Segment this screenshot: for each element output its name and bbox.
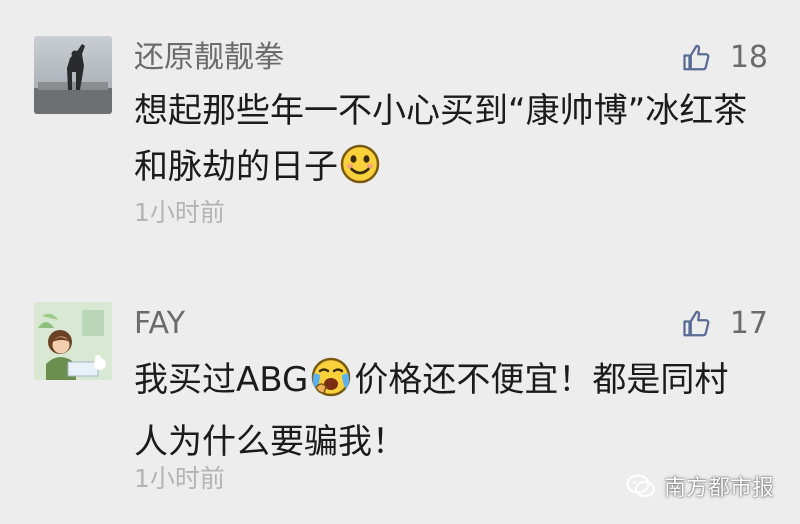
comment-line: 想起那些年一不小心买到“康帅博”冰红茶 — [134, 91, 748, 131]
wechat-icon — [626, 474, 655, 497]
like-count: 17 — [729, 306, 768, 341]
comment-line: 人为什么要骗我！ — [134, 422, 406, 462]
comment-nickname[interactable]: FAY — [134, 306, 185, 342]
like-button[interactable]: 18 — [682, 40, 768, 76]
comment-line-text: 我买过ABG — [134, 360, 309, 400]
smile-emoji-icon — [340, 144, 380, 201]
crying-emoji-icon — [310, 357, 352, 414]
comment-content: 想起那些年一不小心买到“康帅博”冰红茶 和脉劫的日子 — [134, 83, 774, 201]
watermark: 南方都市报 — [626, 470, 774, 502]
comment-content: 我买过ABG 价格还不便宜！都是同村 人为什么要骗我！ — [134, 352, 774, 470]
comment-line-text: 和脉劫的日子 — [134, 147, 338, 187]
comment-time: 1小时前 — [134, 464, 225, 493]
statue-avatar-image — [34, 36, 112, 114]
avatar[interactable] — [34, 302, 112, 380]
girl-illustration-avatar-image — [34, 302, 112, 380]
like-button[interactable]: 17 — [682, 306, 768, 342]
watermark-text: 南方都市报 — [663, 476, 774, 501]
comment-line-with-emoji: 我买过ABG 价格还不便宜！都是同村 — [134, 352, 774, 414]
comment-item: 还原靓靓拳 18 想起那些年一不小心买到“康帅博”冰红茶 和脉劫的日子 1小时前 — [0, 0, 800, 262]
comment-line-with-emoji: 和脉劫的日子 — [134, 139, 774, 201]
like-count: 18 — [729, 40, 768, 75]
thumbs-up-icon — [683, 310, 710, 337]
comment-line-text: 价格还不便宜！都是同村 — [354, 360, 729, 400]
thumbs-up-icon — [683, 44, 710, 71]
avatar[interactable] — [34, 36, 112, 114]
comment-time: 1小时前 — [134, 198, 225, 227]
comment-nickname[interactable]: 还原靓靓拳 — [134, 40, 284, 76]
